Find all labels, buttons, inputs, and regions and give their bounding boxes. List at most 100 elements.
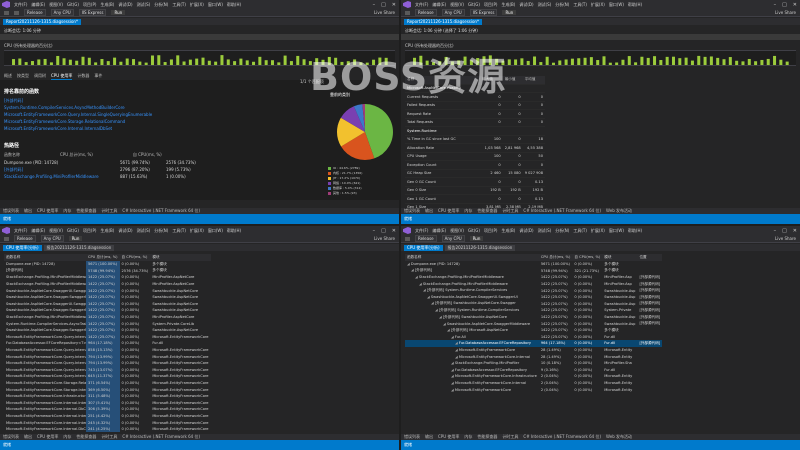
- tab-report[interactable]: Report20211126-1315.diagsession*: [404, 19, 482, 25]
- back-icon[interactable]: [4, 10, 9, 15]
- tree-row[interactable]: ◢ [外部代码] Swashbuckle.AspNetCore.Swagger 1…: [405, 301, 662, 308]
- hot-path-row[interactable]: Dumpone.exe (PID: 14728) 5671 (99.74%) 257…: [4, 160, 196, 165]
- subtab-2[interactable]: 调用树: [34, 73, 46, 80]
- menu-item-1[interactable]: 编辑(E): [432, 228, 446, 233]
- tree-row[interactable]: ◢ Fur.All 1422 (25.07%) 0 (0.00%) Fur.dll: [405, 334, 662, 341]
- menu-item-4[interactable]: 项目(P): [83, 2, 97, 7]
- close-icon[interactable]: ✕: [392, 228, 396, 234]
- platform-select[interactable]: Any CPU: [50, 9, 74, 16]
- counter-row[interactable]: Total Requests 0 0 0: [405, 118, 545, 127]
- column-header-2[interactable]: 自 CPU(ms, %): [572, 254, 603, 261]
- menu-item-9[interactable]: 工具(T): [172, 228, 186, 233]
- counter-row[interactable]: Request Rate 0 0 0: [405, 109, 545, 119]
- top-function-link[interactable]: [外部代码]: [4, 98, 23, 104]
- menu-item-5[interactable]: 生成(B): [100, 2, 114, 7]
- back-icon[interactable]: [405, 10, 410, 15]
- table-row[interactable]: Microsoft.EntityFrameworkCore.Infrastruc…: [4, 392, 211, 400]
- menu-item-3[interactable]: Git(G): [468, 228, 480, 233]
- table-row[interactable]: Microsoft.EntityFrameworkCore.Storage.In…: [4, 386, 211, 393]
- counter-row[interactable]: % Time in GC since last GC 100 0 18: [405, 135, 545, 144]
- menu-item-6[interactable]: 调试(D): [519, 2, 533, 7]
- menu-item-12[interactable]: 帮助(H): [227, 228, 241, 233]
- menu-item-2[interactable]: 视图(V): [450, 228, 464, 233]
- table-row[interactable]: Swashbuckle.AspNetCore.Swagger.SwaggerMi…: [4, 293, 211, 301]
- menu-item-6[interactable]: 调试(D): [519, 228, 533, 233]
- minimize-icon[interactable]: –: [373, 228, 376, 234]
- tree-row[interactable]: ◢ [外部代码] Swashbuckle.AspNetCore 1422 (25.…: [405, 314, 662, 321]
- table-row[interactable]: Microsoft.EntityFrameworkCore.Internal.I…: [4, 412, 211, 420]
- tree-row[interactable]: ◢ [外部代码] System.Runtime.CompilerServices…: [405, 287, 662, 294]
- subtab-0[interactable]: 概述: [4, 73, 12, 80]
- table-row[interactable]: Microsoft.EntityFrameworkCore.Query.Inte…: [4, 333, 211, 341]
- maximize-icon[interactable]: □: [782, 228, 787, 234]
- table-row[interactable]: Swashbuckle.AspNetCore.SwaggerUI.Swagger…: [4, 300, 211, 308]
- menu-item-9[interactable]: 工具(T): [172, 2, 186, 7]
- counter-row[interactable]: System.Runtime: [405, 126, 545, 136]
- column-header-1[interactable]: 最大值: [480, 76, 503, 85]
- menu-item-7[interactable]: 测试(S): [538, 228, 552, 233]
- counter-row[interactable]: Microsoft.AspNetCore.Hosting: [405, 84, 545, 93]
- minimize-icon[interactable]: –: [774, 2, 777, 8]
- column-header-0[interactable]: 函数名称: [405, 254, 539, 261]
- menu-item-2[interactable]: 视图(V): [49, 2, 63, 7]
- table-row[interactable]: Fur.DatabaseAccessor.EFCoreRepository<T>…: [4, 340, 211, 347]
- menu-item-6[interactable]: 调试(D): [118, 228, 132, 233]
- config-select[interactable]: Release: [415, 9, 437, 16]
- column-header-0[interactable]: 函数名称: [4, 254, 86, 261]
- run-button[interactable]: Run: [469, 236, 484, 241]
- top-function-link[interactable]: Microsoft.EntityFrameworkCore.Query.Inte…: [4, 112, 152, 117]
- table-row[interactable]: Microsoft.EntityFrameworkCore.Query.Inte…: [4, 353, 211, 360]
- tree-row[interactable]: ◢ Dumpone.exe (PID: 14728) 5671 (100.00%)…: [405, 261, 662, 268]
- table-row[interactable]: [外部代码] 5748 (99.94%) 2576 (34.73%) 多个模块: [4, 267, 211, 275]
- menu-item-6[interactable]: 调试(D): [118, 2, 132, 7]
- category-pie-chart[interactable]: [335, 102, 395, 162]
- menu-item-12[interactable]: 帮助(H): [227, 2, 241, 7]
- subtab-5[interactable]: 事件: [94, 73, 102, 80]
- table-row[interactable]: StackExchange.Profiling.MiniProfilerMidd…: [4, 313, 211, 321]
- run-button[interactable]: Run: [111, 10, 126, 15]
- menu-item-8[interactable]: 分析(N): [555, 2, 569, 7]
- column-header-3[interactable]: 平均值: [522, 76, 545, 85]
- hot-path-row[interactable]: [外部代码] 2796 (87.20%) 199 (5.73%): [4, 167, 191, 173]
- table-row[interactable]: Microsoft.EntityFrameworkCore.Query.Inte…: [4, 366, 211, 374]
- counter-row[interactable]: Exception Count 0 0 0: [405, 160, 545, 170]
- menu-item-12[interactable]: 帮助(H): [628, 2, 642, 7]
- maximize-icon[interactable]: □: [782, 2, 787, 8]
- tree-row[interactable]: ◢ Swashbuckle.AspNetCore.SwaggerMiddlewa…: [405, 320, 662, 327]
- subtab-1[interactable]: 按类型: [17, 73, 29, 80]
- menu-item-1[interactable]: 编辑(E): [31, 2, 45, 7]
- table-row[interactable]: Microsoft.EntityFrameworkCore.Internal.I…: [4, 419, 211, 426]
- run-button[interactable]: Run: [68, 236, 83, 241]
- table-row[interactable]: System.Runtime.CompilerServices.AsyncTas…: [4, 320, 211, 327]
- live-share-button[interactable]: Live Share: [775, 10, 796, 15]
- close-icon[interactable]: ✕: [392, 2, 396, 8]
- menu-item-5[interactable]: 生成(B): [100, 228, 114, 233]
- menu-item-5[interactable]: 生成(B): [501, 228, 515, 233]
- table-row[interactable]: Microsoft.EntityFrameworkCore.Internal.I…: [4, 399, 211, 407]
- table-row[interactable]: Microsoft.EntityFrameworkCore.Storage.Re…: [4, 379, 211, 387]
- counter-row[interactable]: Gen 0 Size 192 B 192 B 192 B: [405, 186, 545, 195]
- tree-row[interactable]: ◢ StackExchange.Profiling.MiniProfiler 10…: [405, 360, 662, 367]
- subtab-3[interactable]: CPU 使用率: [51, 73, 73, 80]
- column-header-0[interactable]: 名称: [405, 76, 481, 85]
- menu-item-10[interactable]: 扩展(X): [591, 2, 605, 7]
- tree-row[interactable]: ◢ Swashbuckle.AspNetCore.SwaggerUI.Swagg…: [405, 294, 662, 301]
- menu-item-0[interactable]: 文件(F): [415, 228, 428, 233]
- menu-item-8[interactable]: 分析(N): [555, 228, 569, 233]
- counter-row[interactable]: Allocation Rate 1,03 568 2,81 968 4,55 388: [405, 143, 545, 153]
- top-function-link[interactable]: Microsoft.EntityFrameworkCore.Internal.I…: [4, 126, 112, 131]
- menu-item-7[interactable]: 测试(S): [137, 2, 151, 7]
- top-function-link[interactable]: Microsoft.EntityFrameworkCore.Storage.Re…: [4, 119, 125, 124]
- column-header-2[interactable]: 最小值: [502, 76, 523, 85]
- table-row[interactable]: Swashbuckle.AspNetCore.SwaggerUI.Swagger…: [4, 287, 211, 294]
- menu-item-3[interactable]: Git(G): [468, 2, 480, 7]
- column-header-1[interactable]: CPU 总计(ms, %): [538, 254, 573, 261]
- table-row[interactable]: Dumpone.exe (PID: 14728) 5671 (100.00%) 0 …: [4, 261, 211, 268]
- table-row[interactable]: Microsoft.EntityFrameworkCore.Query.Inte…: [4, 373, 211, 380]
- tab-report[interactable]: Report20211126-1315.diagsession*: [3, 19, 81, 25]
- column-header-1[interactable]: CPU 总计(ms, %): [86, 254, 120, 261]
- counter-row[interactable]: Gen 0 GC Count 0 0 0.13: [405, 177, 545, 187]
- menu-item-9[interactable]: 工具(T): [573, 2, 587, 7]
- menu-item-3[interactable]: Git(G): [67, 228, 79, 233]
- tree-row[interactable]: ◢ Microsoft.EntityFrameworkCore 2 (0.04%)…: [405, 386, 662, 393]
